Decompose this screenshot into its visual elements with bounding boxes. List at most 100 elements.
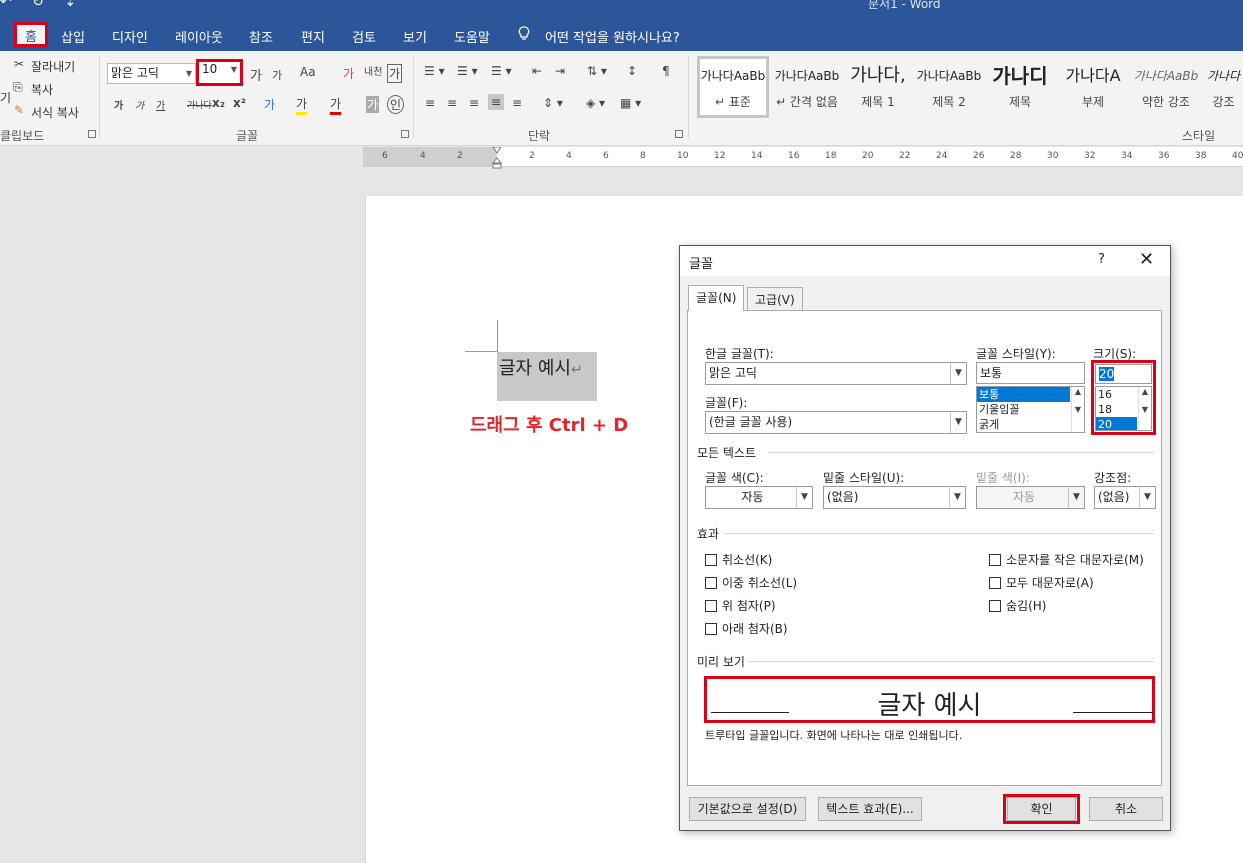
checkbox-box xyxy=(989,554,1001,566)
superscript-checkbox[interactable]: 위 첨자(P) xyxy=(705,597,776,614)
tab-references[interactable]: 참조 xyxy=(249,27,273,46)
set-default-button[interactable]: 기본값으로 설정(D) xyxy=(689,797,806,821)
tab-advanced[interactable]: 고급(V) xyxy=(747,287,803,310)
all-caps-checkbox[interactable]: 모두 대문자로(A) xyxy=(989,574,1094,591)
font-color-combo[interactable]: 자동 ▼ xyxy=(705,486,813,509)
highlight-color-icon[interactable]: 가 xyxy=(296,95,308,115)
paragraph-launcher-icon[interactable] xyxy=(675,130,683,138)
justify-icon[interactable]: ≡ xyxy=(488,94,505,110)
character-border-icon[interactable]: 가 xyxy=(387,64,403,83)
close-icon[interactable]: ✕ xyxy=(1139,249,1154,270)
tab-review[interactable]: 검토 xyxy=(352,27,376,46)
clipboard-launcher-icon[interactable] xyxy=(88,130,96,138)
multilevel-list-icon[interactable]: ☰ ▾ xyxy=(491,64,512,78)
selected-text[interactable]: 글자 예시↵ xyxy=(497,352,597,401)
style-subtle-emphasis[interactable]: 가나다AaBb 약한 강조 xyxy=(1131,59,1201,115)
hangul-font-label: 한글 글꼴(T): xyxy=(705,347,774,361)
font-style-input[interactable]: 보통 xyxy=(976,362,1085,384)
clear-formatting-icon[interactable]: 가 xyxy=(343,65,354,82)
text-effects-button[interactable]: 텍스트 효과(E)... xyxy=(818,797,922,821)
increase-indent-icon[interactable]: ⇥ xyxy=(555,64,565,78)
style-emphasis[interactable]: 가나다 강조 xyxy=(1204,59,1243,115)
text-direction-icon[interactable]: ⇅ ▾ xyxy=(587,64,607,78)
tab-font[interactable]: 글꼴(N) xyxy=(688,285,745,311)
list-item[interactable]: 20 xyxy=(1096,417,1137,430)
list-item[interactable]: 보통 xyxy=(977,387,1070,402)
double-strikethrough-checkbox[interactable]: 이중 취소선(L) xyxy=(705,574,797,591)
font-size-input[interactable]: 20 xyxy=(1095,364,1152,384)
title-bar: ↶ ↻ ⇣ 문서1 - Word 홈 삽입 디자인 레이아웃 참조 편지 검토 … xyxy=(0,0,1243,51)
font-color-icon[interactable]: 가 xyxy=(330,95,342,115)
strikethrough-icon[interactable]: 가나다 xyxy=(187,98,212,111)
subscript-checkbox[interactable]: 아래 첨자(B) xyxy=(705,620,788,637)
shading-icon[interactable]: ◈ ▾ xyxy=(586,96,605,110)
tab-mailings[interactable]: 편지 xyxy=(301,27,325,46)
bold-icon[interactable]: 가 xyxy=(114,97,123,112)
underline-style-combo[interactable]: (없음) ▼ xyxy=(823,486,966,509)
small-caps-checkbox[interactable]: 소문자를 작은 대문자로(M) xyxy=(989,551,1144,568)
tab-home[interactable]: 홈 xyxy=(14,22,48,47)
grow-font-icon[interactable]: 가 xyxy=(250,65,262,84)
list-item[interactable]: 기울임꼴 xyxy=(977,402,1084,417)
tab-design[interactable]: 디자인 xyxy=(112,27,148,46)
font-launcher-icon[interactable] xyxy=(401,130,409,138)
cut-button[interactable]: 잘라내기 xyxy=(31,58,75,75)
format-painter-button[interactable]: 서식 복사 xyxy=(31,104,79,121)
borders-icon[interactable]: ▦ ▾ xyxy=(620,96,641,110)
style-normal[interactable]: 가나다AaBb ↵ 표준 xyxy=(697,56,769,118)
show-marks-icon[interactable]: ¶ xyxy=(662,64,670,78)
tab-insert[interactable]: 삽입 xyxy=(61,27,85,46)
text-effects-icon[interactable]: 가 xyxy=(264,96,275,113)
font-style-list[interactable]: 보통 기울임꼴 굵게 ▲ ▼ xyxy=(976,386,1085,433)
font-size-combo[interactable]: 10 ▼ xyxy=(196,59,243,86)
style-heading-2[interactable]: 가나다AaBb 제목 2 xyxy=(914,59,984,115)
style-subtitle[interactable]: 가나다A 부제 xyxy=(1058,59,1128,115)
hidden-checkbox[interactable]: 숨김(H) xyxy=(989,597,1046,614)
italic-icon[interactable]: 가 xyxy=(135,97,144,112)
phonetic-guide-icon[interactable]: 내천 xyxy=(364,63,382,78)
list-item[interactable]: 굵게 xyxy=(977,417,1084,432)
ruler-number: 4 xyxy=(420,151,426,161)
shrink-font-icon[interactable]: 가 xyxy=(272,67,282,83)
style-title[interactable]: 가나디 제목 xyxy=(985,59,1055,115)
horizontal-ruler[interactable]: 6 4 2 2 4 6 8 10 12 14 16 18 20 22 24 26 28 30 32 34 36 38… xyxy=(363,147,1243,169)
quick-access-toolbar[interactable]: ↶ ↻ ⇣ xyxy=(0,0,84,10)
style-heading-1[interactable]: 가나다, 제목 1 xyxy=(843,59,913,115)
font-size-list[interactable]: 16 18 20 ▲ ▼ xyxy=(1095,386,1152,431)
ruler-number: 26 xyxy=(973,151,985,161)
subscript-icon[interactable]: x₂ xyxy=(212,96,225,110)
help-button[interactable]: ? xyxy=(1098,252,1105,267)
tab-view[interactable]: 보기 xyxy=(403,27,427,46)
align-left-icon[interactable]: ≡ xyxy=(425,96,435,110)
enclosed-character-icon[interactable]: 인 xyxy=(387,95,405,114)
numbering-icon[interactable]: ☰ ▾ xyxy=(457,64,478,78)
tab-layout[interactable]: 레이아웃 xyxy=(175,27,223,46)
latin-font-combo[interactable]: (한글 글꼴 사용) ▼ xyxy=(705,411,967,434)
bullets-icon[interactable]: ☰ ▾ xyxy=(424,64,445,78)
character-shading-icon[interactable]: 가 xyxy=(366,96,380,113)
group-divider xyxy=(99,56,100,138)
style-no-spacing[interactable]: 가나다AaBb ↵ 간격 없음 xyxy=(772,59,842,115)
dialog-title-bar[interactable]: 글꼴 ? ✕ xyxy=(680,246,1170,276)
tell-me-search[interactable]: 어떤 작업을 원하시나요? xyxy=(545,27,680,46)
line-spacing-icon[interactable]: ⇕ ▾ xyxy=(543,96,563,110)
superscript-icon[interactable]: x² xyxy=(233,96,246,110)
cancel-button[interactable]: 취소 xyxy=(1089,797,1163,821)
align-center-icon[interactable]: ≡ xyxy=(447,96,457,110)
scrollbar[interactable]: ▲ ▼ xyxy=(1138,387,1151,430)
change-case-icon[interactable]: Aa xyxy=(300,65,316,79)
font-name-combo[interactable]: 맑은 고딕 ▼ xyxy=(107,63,196,84)
underline-icon[interactable]: 가 xyxy=(156,97,165,112)
tab-help[interactable]: 도움말 xyxy=(454,27,490,46)
distributed-icon[interactable]: ≡ xyxy=(512,96,522,110)
emphasis-mark-combo[interactable]: (없음) ▼ xyxy=(1094,486,1156,509)
scrollbar[interactable]: ▲ ▼ xyxy=(1071,387,1084,432)
strikethrough-checkbox[interactable]: 취소선(K) xyxy=(705,551,772,568)
align-right-icon[interactable]: ≡ xyxy=(469,96,479,110)
ruler-number: 2 xyxy=(529,151,535,161)
indent-marker-icon[interactable] xyxy=(492,147,502,169)
sort-icon[interactable]: ↕ xyxy=(627,64,637,78)
decrease-indent-icon[interactable]: ⇤ xyxy=(532,64,542,78)
hangul-font-combo[interactable]: 맑은 고딕 ▼ xyxy=(705,362,967,385)
copy-button[interactable]: 복사 xyxy=(31,81,53,98)
